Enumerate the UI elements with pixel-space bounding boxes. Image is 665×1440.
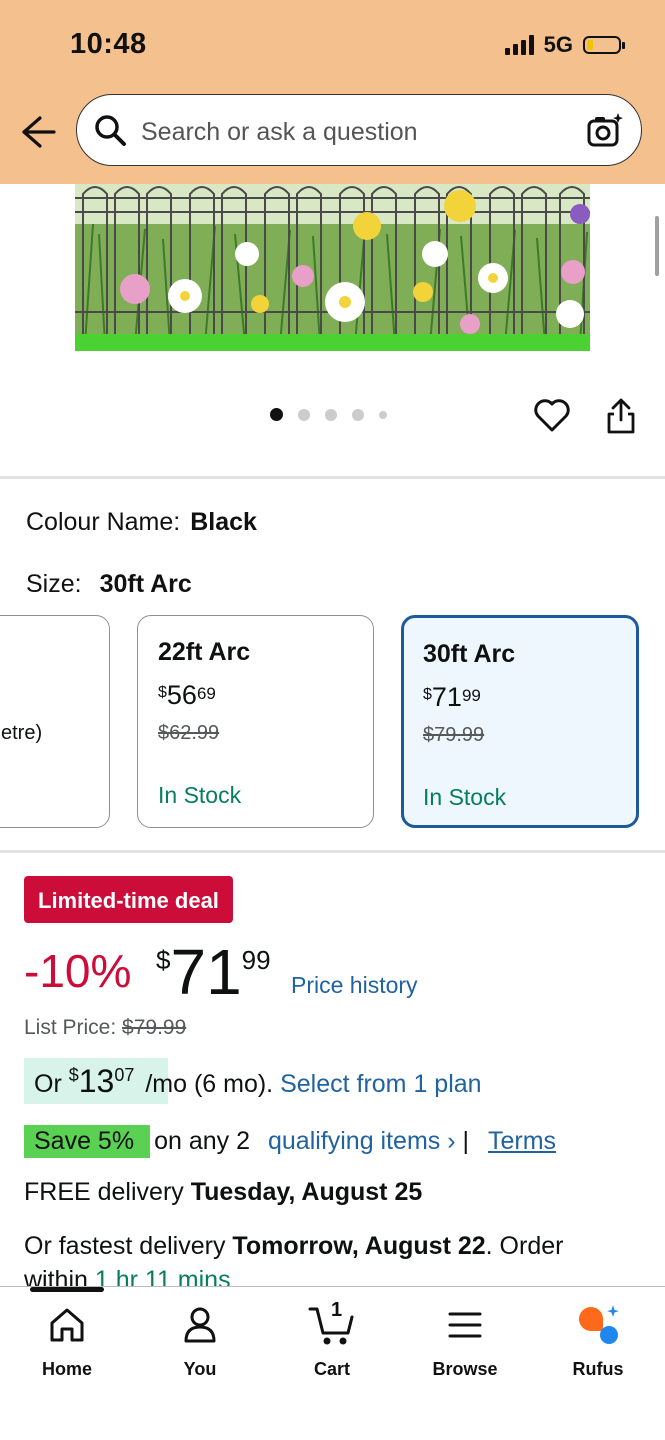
- colour-value: Black: [190, 508, 257, 536]
- camera-search-icon[interactable]: [585, 111, 625, 151]
- section-divider: [0, 476, 665, 479]
- discount-percent: -10%: [24, 945, 132, 997]
- deal-price: $7199: [156, 936, 271, 1008]
- signal-icon: [504, 35, 534, 55]
- size-value: 30ft Arc: [99, 570, 192, 598]
- nav-cart[interactable]: 1 Cart: [277, 1299, 387, 1380]
- deal-badge: Limited-time deal: [24, 876, 233, 923]
- nav-browse[interactable]: Browse: [410, 1303, 520, 1380]
- size-option-stock: In Stock: [158, 782, 242, 808]
- share-icon[interactable]: [605, 396, 637, 436]
- menu-icon: [448, 1312, 482, 1338]
- search-bar[interactable]: Search or ask a question: [76, 94, 642, 166]
- back-arrow-icon[interactable]: [20, 112, 56, 152]
- search-icon: [95, 115, 126, 146]
- size-option-partial-text: etre): [1, 722, 43, 744]
- nav-you[interactable]: You: [145, 1303, 255, 1380]
- terms-link[interactable]: Terms: [488, 1127, 556, 1155]
- size-option-original-price: $62.99: [158, 722, 220, 744]
- fastest-delivery-line: Or fastest delivery Tomorrow, August 22.…: [24, 1232, 564, 1260]
- size-option-name: 30ft Arc: [423, 640, 516, 668]
- person-icon: [184, 1307, 216, 1343]
- nav-label: Browse: [432, 1359, 498, 1379]
- promo-row: Save 5% on any 2 qualifying items › | Term…: [34, 1127, 557, 1155]
- colour-label: Colour Name:: [26, 508, 181, 536]
- status-icons: 5G: [504, 32, 625, 58]
- size-row: Size: 30ft Arc: [26, 570, 192, 599]
- nav-rufus[interactable]: Rufus: [543, 1303, 653, 1380]
- active-tab-indicator: [30, 1287, 104, 1292]
- section-divider: [0, 850, 665, 853]
- price-history-link[interactable]: Price history: [291, 972, 418, 999]
- home-icon: [50, 1308, 84, 1342]
- size-option-original-price: $79.99: [423, 724, 485, 746]
- nav-label: You: [183, 1359, 217, 1379]
- size-option-card[interactable]: 22ft Arc $5669 $62.99 In Stock: [137, 615, 374, 828]
- product-image[interactable]: [75, 184, 590, 351]
- battery-icon: [583, 36, 625, 54]
- page-scrollbar[interactable]: [655, 216, 659, 276]
- size-label: Size:: [26, 570, 82, 598]
- qualifying-items-link[interactable]: qualifying items ›: [268, 1127, 456, 1155]
- network-type: 5G: [543, 32, 573, 57]
- size-option-price: $5669: [158, 680, 216, 710]
- save-badge-text: Save 5%: [34, 1127, 135, 1155]
- select-plan-link[interactable]: Select from 1 plan: [280, 1070, 482, 1098]
- nav-label: Home: [41, 1359, 92, 1379]
- rufus-icon: [579, 1305, 619, 1344]
- size-option-price: $7199: [423, 682, 481, 712]
- list-price: List Price: $79.99: [24, 1016, 187, 1039]
- size-option-name: 22ft Arc: [158, 638, 251, 666]
- size-option-card-selected[interactable]: 30ft Arc $7199 $79.99 In Stock: [401, 615, 639, 828]
- colour-row: Colour Name: Black: [26, 508, 257, 537]
- free-delivery-line: FREE delivery Tuesday, August 25: [24, 1178, 423, 1206]
- nav-home[interactable]: Home: [12, 1303, 122, 1380]
- app-header: 10:48 5G Search or ask a question: [0, 0, 665, 184]
- bottom-nav: Home You 1 Cart Browse Rufus: [0, 1286, 665, 1440]
- installment-row: Or $1307 /mo (6 mo). Select from 1 plan: [34, 1063, 482, 1099]
- nav-label: Cart: [313, 1359, 350, 1379]
- image-pager-dots[interactable]: [270, 408, 387, 421]
- size-option-card[interactable]: etre): [0, 615, 110, 828]
- search-placeholder: Search or ask a question: [141, 118, 418, 146]
- size-option-stock: In Stock: [423, 784, 507, 810]
- nav-label: Rufus: [572, 1359, 624, 1379]
- heart-icon[interactable]: [533, 396, 571, 434]
- cart-count-badge: 1: [331, 1299, 343, 1321]
- status-time: 10:48: [70, 28, 147, 60]
